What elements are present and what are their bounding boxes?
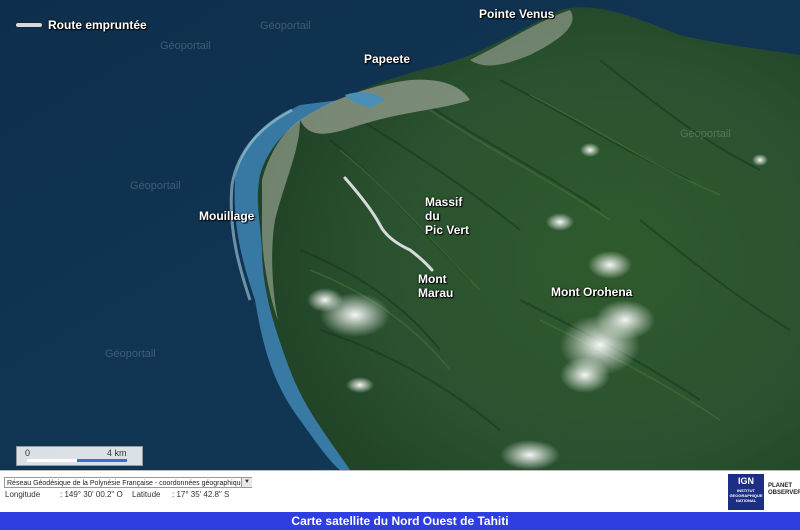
place-label-pointe-venus: Pointe Venus [479, 7, 555, 21]
planet-observer-logo: PLANET OBSERVER [768, 483, 800, 496]
legend-label: Route empruntée [48, 18, 147, 32]
crs-select[interactable]: Réseau Géodésique de la Polynésie França… [4, 477, 252, 488]
place-label-mouillage: Mouillage [199, 209, 255, 223]
place-label-line: Marau [418, 286, 454, 300]
watermark: Géoportail [260, 20, 311, 32]
place-label-mont-marau: Mont Marau [418, 272, 453, 300]
place-label-line: Massif [425, 195, 463, 209]
place-label-line: du [425, 209, 440, 223]
watermark: Géoportail [105, 348, 156, 360]
place-label-mont-orohena: Mont Orohena [551, 285, 633, 299]
watermark: Géoportail [680, 128, 731, 140]
satellite-map[interactable] [0, 0, 800, 470]
watermark: Géoportail [130, 180, 181, 192]
longitude-label: Longitude [5, 490, 41, 499]
place-label-pic-vert: Massif du Pic Vert [425, 195, 469, 237]
scale-start: 0 [25, 448, 31, 458]
longitude-value: : 149° 30' 00.2" O [60, 490, 123, 499]
ign-logo-text: IGN [737, 476, 754, 486]
ign-logo-subtext: INSTITUT GEOGRAPHIQUE NATIONAL [729, 488, 763, 503]
scale-bar: 0 4 km [16, 446, 143, 466]
chevron-down-icon[interactable]: ▼ [241, 478, 252, 487]
map-caption: Carte satellite du Nord Ouest de Tahiti [0, 512, 800, 530]
latitude-value: : 17° 35' 42.8" S [172, 490, 230, 499]
latitude-label: Latitude [132, 490, 161, 499]
scale-end: 4 km [107, 448, 127, 458]
place-label-line: Pic Vert [425, 223, 470, 237]
coordinate-bar: Réseau Géodésique de la Polynésie França… [0, 470, 800, 513]
ign-logo: IGN INSTITUT GEOGRAPHIQUE NATIONAL [728, 474, 764, 510]
scale-bar-half [27, 459, 77, 462]
place-label-papeete: Papeete [364, 52, 411, 66]
map-legend: Route empruntée [16, 18, 147, 32]
watermark: Géoportail [160, 40, 211, 52]
place-label-line: Mont [418, 272, 447, 286]
route-swatch [16, 23, 42, 27]
